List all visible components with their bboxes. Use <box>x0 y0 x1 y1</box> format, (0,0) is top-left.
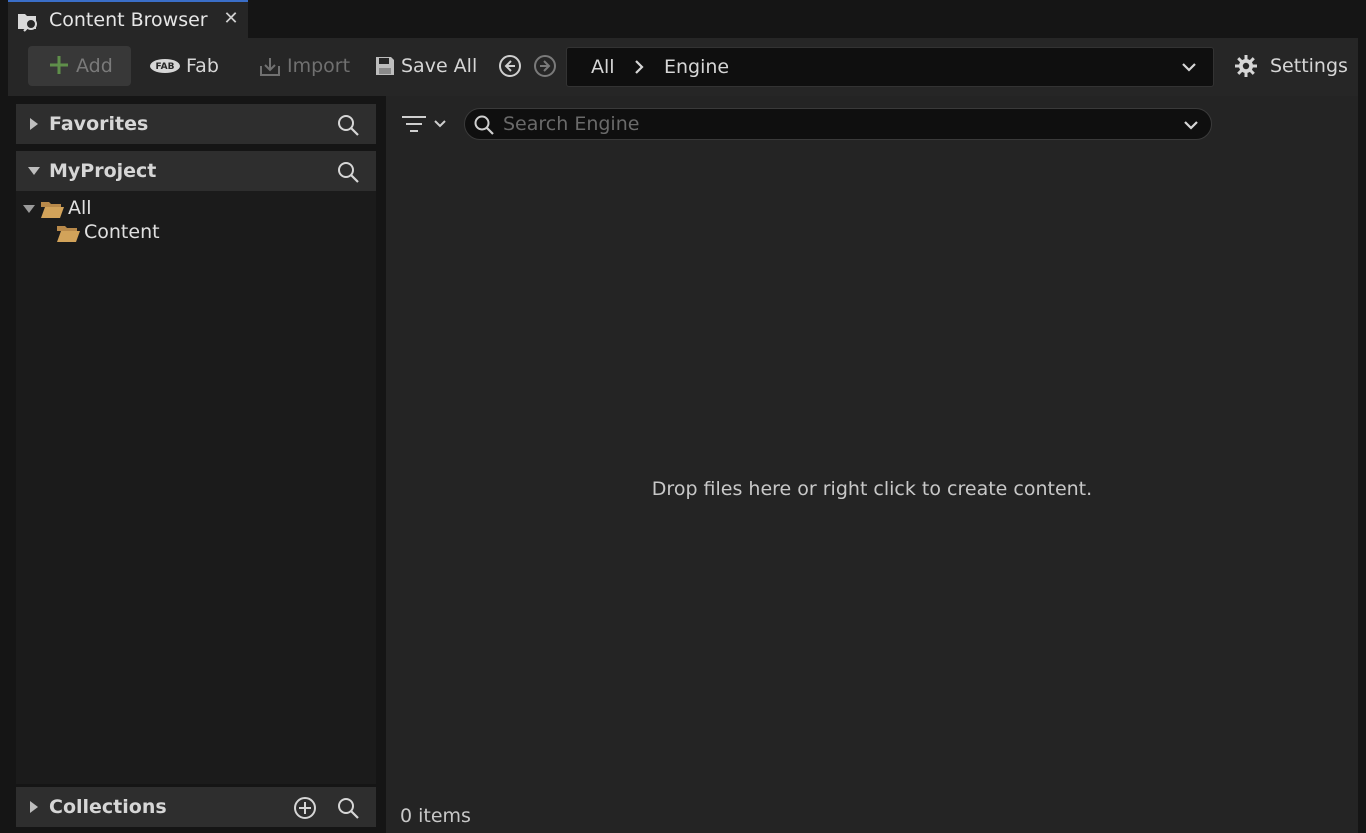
item-count: 0 items <box>400 805 471 827</box>
save-all-button[interactable]: Save All <box>372 46 478 86</box>
tab-bar: Content Browser ✕ <box>0 0 1366 38</box>
fab-button[interactable]: FAB Fab <box>148 46 228 86</box>
add-collection-icon[interactable] <box>293 796 317 820</box>
import-icon <box>260 58 280 76</box>
tree-item-label: Content <box>84 221 160 243</box>
collections-header[interactable]: Collections <box>16 787 376 827</box>
search-icon[interactable] <box>336 113 360 137</box>
breadcrumb-engine[interactable]: Engine <box>664 56 729 78</box>
close-icon[interactable]: ✕ <box>222 10 240 28</box>
tree-item-label: All <box>68 197 92 219</box>
folder-open-icon <box>41 202 64 218</box>
search-bar[interactable] <box>464 108 1212 140</box>
fab-logo-icon: FAB <box>150 59 180 73</box>
collections-label: Collections <box>49 796 167 818</box>
import-label: Import <box>287 55 351 77</box>
breadcrumb-all[interactable]: All <box>591 56 615 78</box>
plus-icon <box>50 56 68 74</box>
favorites-header[interactable]: Favorites <box>16 104 376 144</box>
search-icon[interactable] <box>336 796 360 820</box>
fab-logo-text: FAB <box>156 62 175 72</box>
favorites-label: Favorites <box>49 113 149 135</box>
caret-right-icon[interactable] <box>28 117 40 131</box>
sources-panel: Favorites MyProject All Content Collecti… <box>8 96 378 833</box>
path-breadcrumb[interactable]: All Engine <box>566 47 1214 87</box>
caret-down-icon[interactable] <box>22 203 36 215</box>
filter-button[interactable] <box>402 112 450 136</box>
content-browser-window: Content Browser ✕ Add FAB Fab Import Sav… <box>0 0 1366 833</box>
folder-tree: All Content <box>16 191 376 784</box>
search-icon[interactable] <box>336 160 360 184</box>
gear-icon <box>1235 55 1257 77</box>
toolbar: Add FAB Fab Import Save All All Engine S… <box>8 38 1358 96</box>
tab-title: Content Browser <box>49 9 208 31</box>
asset-view[interactable]: Drop files here or right click to create… <box>386 96 1358 833</box>
search-icon <box>474 115 494 135</box>
chevron-right-icon <box>635 60 644 74</box>
myproject-label: MyProject <box>49 160 157 182</box>
settings-label: Settings <box>1270 55 1348 77</box>
arrow-left-circle-icon <box>499 55 521 77</box>
folder-open-icon <box>57 226 80 242</box>
save-all-label: Save All <box>401 55 478 77</box>
forward-button[interactable] <box>533 46 557 86</box>
caret-down-icon[interactable] <box>27 165 41 177</box>
fab-label: Fab <box>186 55 219 77</box>
tab-content-browser[interactable]: Content Browser ✕ <box>8 0 248 38</box>
back-button[interactable] <box>498 46 522 86</box>
content-browser-icon <box>18 14 37 32</box>
save-icon <box>376 57 394 75</box>
settings-button[interactable]: Settings <box>1232 46 1352 86</box>
chevron-down-icon[interactable] <box>1183 119 1199 131</box>
chevron-down-icon[interactable] <box>1181 60 1197 74</box>
myproject-header[interactable]: MyProject <box>16 151 376 191</box>
add-button[interactable]: Add <box>28 46 131 86</box>
arrow-right-circle-icon <box>534 55 556 77</box>
filter-icon <box>402 116 446 132</box>
empty-state-message: Drop files here or right click to create… <box>651 478 1093 500</box>
import-button[interactable]: Import <box>256 46 356 86</box>
search-input[interactable] <box>503 112 1163 136</box>
caret-right-icon[interactable] <box>28 800 40 814</box>
add-label: Add <box>76 55 113 77</box>
panel-splitter[interactable] <box>378 96 386 833</box>
